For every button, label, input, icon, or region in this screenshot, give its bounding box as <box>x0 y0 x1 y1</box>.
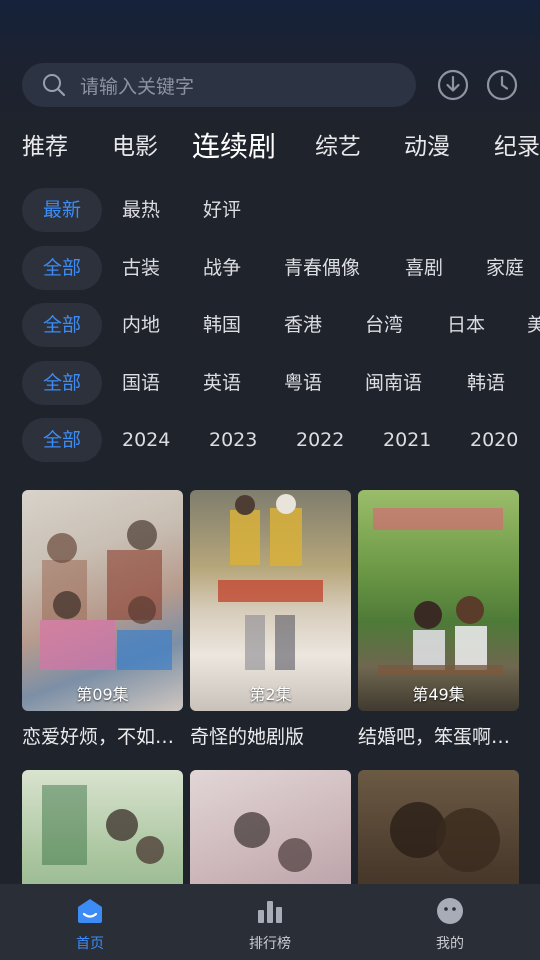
filter-chip-all[interactable]: 全部 <box>22 361 102 405</box>
episode-label: 第49集 <box>412 685 465 704</box>
nav-label-ranking: 排行榜 <box>249 936 291 952</box>
filter-chip-2024[interactable]: 2024 <box>122 418 170 462</box>
show-poster[interactable]: 第2集 <box>190 490 351 711</box>
tab-documentary[interactable]: 纪录 <box>494 128 540 166</box>
filter-chip-taiwan[interactable]: 台湾 <box>365 303 403 347</box>
filter-chip-latest[interactable]: 最新 <box>22 188 102 232</box>
search-bar[interactable]: 请输入关键字 <box>22 63 416 107</box>
tab-variety[interactable]: 综艺 <box>315 128 361 166</box>
show-poster[interactable]: 第49集 <box>358 490 519 711</box>
filter-chip-2021[interactable]: 2021 <box>383 418 431 462</box>
filter-chip-all[interactable]: 全部 <box>22 418 102 462</box>
show-title[interactable]: 结婚吧，笨蛋啊… <box>358 722 519 749</box>
filter-chip-hongkong[interactable]: 香港 <box>284 303 322 347</box>
show-card[interactable]: 第2集 奇怪的她剧版 <box>190 490 351 749</box>
filter-chip-costume[interactable]: 古装 <box>122 246 160 290</box>
filter-row-genre: 全部 古装 战争 青春偶像 喜剧 家庭 <box>0 246 540 290</box>
profile-icon <box>435 896 465 926</box>
show-title[interactable]: 恋爱好烦，不如… <box>22 722 183 749</box>
filter-chip-2023[interactable]: 2023 <box>209 418 257 462</box>
episode-label: 第2集 <box>249 685 292 704</box>
filter-chip-minnan[interactable]: 闽南语 <box>365 361 422 405</box>
bottom-nav: 首页 排行榜 我的 <box>0 884 540 960</box>
filter-chip-english[interactable]: 英语 <box>203 361 241 405</box>
nav-label-profile: 我的 <box>436 936 464 952</box>
filter-chip-youth-idol[interactable]: 青春偶像 <box>284 246 360 290</box>
filter-chip-war[interactable]: 战争 <box>203 246 241 290</box>
filter-row-language: 全部 国语 英语 粤语 闽南语 韩语 <box>0 361 540 405</box>
show-card[interactable]: 第09集 恋爱好烦，不如… <box>22 490 183 749</box>
show-card[interactable]: 第49集 结婚吧，笨蛋啊… <box>358 490 519 749</box>
filter-chip-japan[interactable]: 日本 <box>447 303 485 347</box>
search-input[interactable]: 请输入关键字 <box>80 72 194 99</box>
filter-chip-2022[interactable]: 2022 <box>296 418 344 462</box>
nav-profile[interactable]: 我的 <box>360 884 540 960</box>
filter-chip-top-rated[interactable]: 好评 <box>203 188 241 232</box>
history-icon[interactable] <box>486 69 518 101</box>
filter-row-region: 全部 内地 韩国 香港 台湾 日本 美 <box>0 303 540 347</box>
nav-label-home: 首页 <box>76 936 104 952</box>
nav-ranking[interactable]: 排行榜 <box>180 884 360 960</box>
show-title[interactable]: 奇怪的她剧版 <box>190 722 351 749</box>
filter-row-sort: 最新 最热 好评 <box>0 188 540 232</box>
tab-movie[interactable]: 电影 <box>112 128 158 166</box>
filter-chip-usa[interactable]: 美 <box>527 303 540 347</box>
filter-chip-cantonese[interactable]: 粤语 <box>284 361 322 405</box>
filter-chip-family[interactable]: 家庭 <box>486 246 524 290</box>
filter-chip-mainland[interactable]: 内地 <box>122 303 160 347</box>
nav-home[interactable]: 首页 <box>0 884 180 960</box>
filter-row-year: 全部 2024 2023 2022 2021 2020 <box>0 418 540 462</box>
filter-chip-comedy[interactable]: 喜剧 <box>405 246 443 290</box>
home-icon <box>75 896 105 926</box>
tab-recommend[interactable]: 推荐 <box>22 128 68 166</box>
filter-chip-korean[interactable]: 韩语 <box>467 361 505 405</box>
filter-chip-all[interactable]: 全部 <box>22 303 102 347</box>
filter-chip-mandarin[interactable]: 国语 <box>122 361 160 405</box>
filter-chip-hottest[interactable]: 最热 <box>122 188 160 232</box>
search-icon <box>42 72 68 98</box>
filter-chip-korea[interactable]: 韩国 <box>203 303 241 347</box>
chart-icon <box>255 896 285 926</box>
tab-anime[interactable]: 动漫 <box>404 128 450 166</box>
episode-label: 第09集 <box>76 685 129 704</box>
category-tabs: 推荐 电影 连续剧 综艺 动漫 纪录 <box>0 128 540 168</box>
filter-chip-all[interactable]: 全部 <box>22 246 102 290</box>
show-poster[interactable]: 第09集 <box>22 490 183 711</box>
filter-chip-2020[interactable]: 2020 <box>470 418 518 462</box>
download-icon[interactable] <box>437 69 469 101</box>
tab-series[interactable]: 连续剧 <box>192 128 276 166</box>
